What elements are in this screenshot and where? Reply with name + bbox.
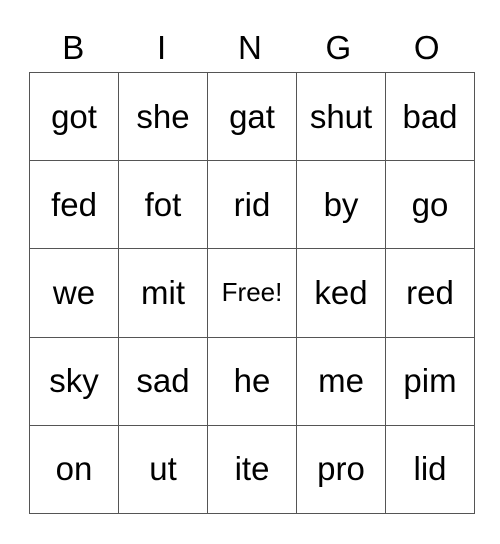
bingo-row: we mit Free! ked red [29,248,475,338]
header-letter: I [157,29,167,66]
bingo-cell[interactable]: go [385,160,475,250]
bingo-cell[interactable]: me [296,336,386,426]
bingo-header: BINGO [29,26,471,70]
bingo-cell[interactable]: sad [118,336,208,426]
bingo-cell[interactable]: ked [296,248,386,338]
bingo-cell[interactable]: ut [118,424,208,515]
bingo-cell[interactable]: sky [29,336,119,426]
bingo-row: sky sad he me pim [29,336,475,426]
free-cell[interactable]: Free! [207,248,297,338]
bingo-cell[interactable]: got [29,71,119,162]
bingo-row: fed fot rid by go [29,160,475,250]
bingo-cell[interactable]: lid [385,424,475,515]
bingo-cell[interactable]: fot [118,160,208,250]
bingo-cell[interactable]: gat [207,71,297,162]
bingo-cell[interactable]: she [118,71,208,162]
bingo-grid: got she gat shut bad fed fot rid by go we mit Free! k… [29,71,475,515]
bingo-cell[interactable]: shut [296,71,386,162]
bingo-cell[interactable]: red [385,248,475,338]
header-letter: O [413,29,440,66]
header-letter: G [325,29,352,66]
bingo-cell[interactable]: pim [385,336,475,426]
bingo-cell[interactable]: rid [207,160,297,250]
bingo-cell[interactable]: mit [118,248,208,338]
header-letter: N [238,29,262,66]
bingo-cell[interactable]: we [29,248,119,338]
bingo-cell[interactable]: he [207,336,297,426]
bingo-row: on ut ite pro lid [29,424,475,515]
bingo-cell[interactable]: fed [29,160,119,250]
bingo-cell[interactable]: ite [207,424,297,515]
bingo-cell[interactable]: bad [385,71,475,162]
bingo-cell[interactable]: on [29,424,119,515]
bingo-row: got she gat shut bad [29,71,475,162]
header-letter: B [62,29,85,66]
bingo-cell[interactable]: by [296,160,386,250]
bingo-cell[interactable]: pro [296,424,386,515]
